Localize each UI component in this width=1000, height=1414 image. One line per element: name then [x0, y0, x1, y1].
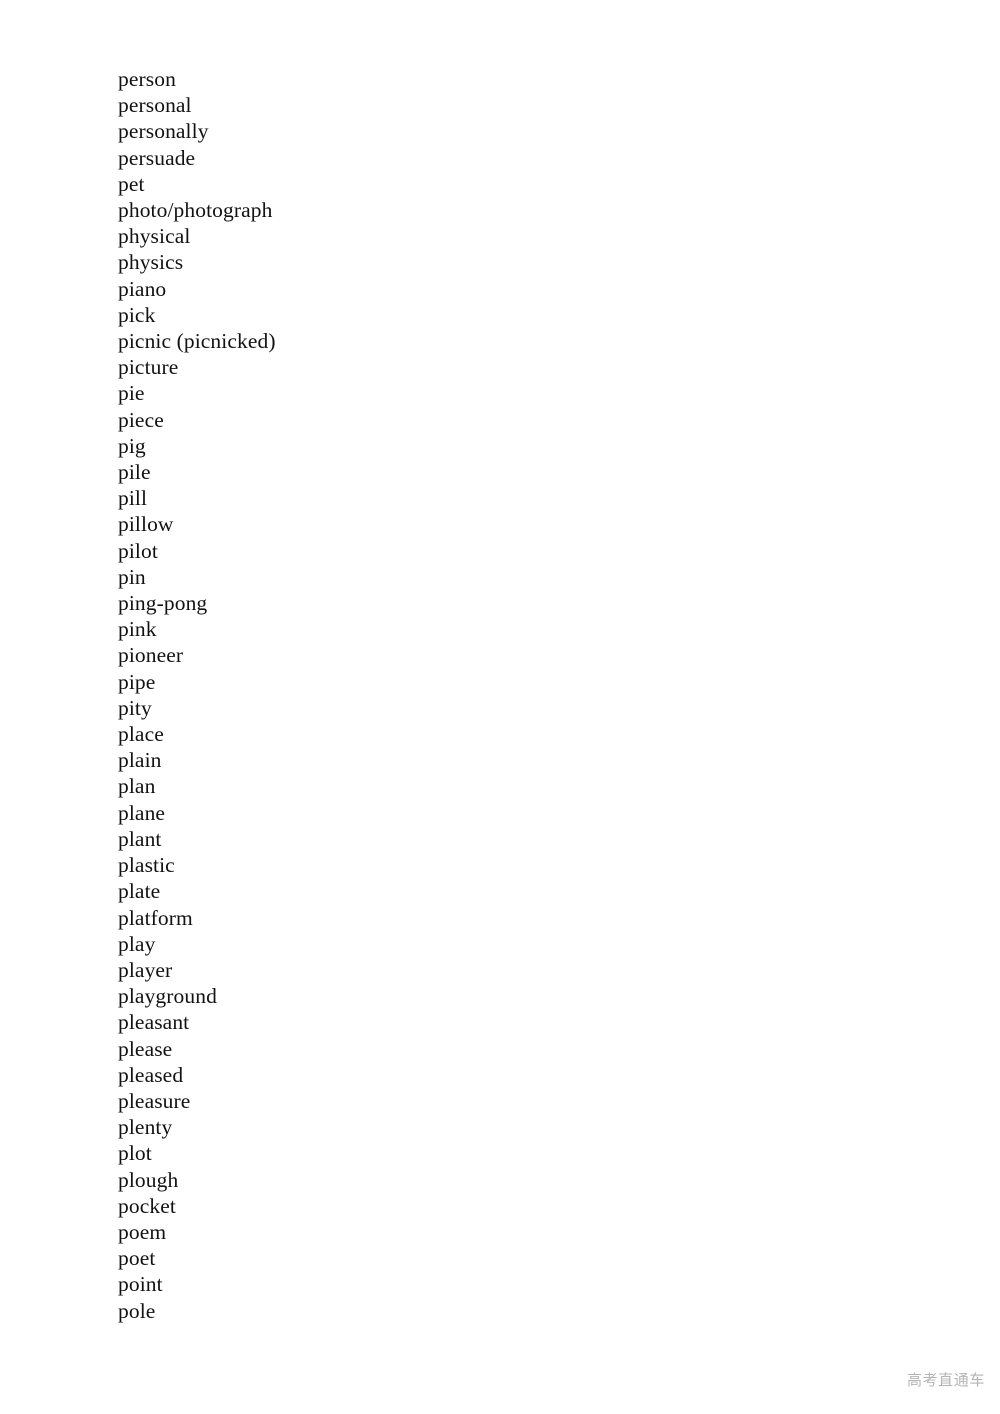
word-list-item: picnic (picnicked) — [118, 329, 276, 354]
word-list-item: place — [118, 722, 164, 747]
word-list-item: plan — [118, 774, 156, 799]
word-list-item: photo/photograph — [118, 198, 273, 223]
vocabulary-word-list: person personal personally persuade pet photo… — [118, 66, 818, 1324]
word-list-item: pink — [118, 617, 157, 642]
word-list-item: plate — [118, 879, 161, 904]
word-list-item: personally — [118, 119, 209, 144]
word-list-item: physical — [118, 224, 191, 249]
word-list-item: pleasant — [118, 1010, 190, 1035]
word-list-item: persuade — [118, 145, 196, 170]
word-list-item: poet — [118, 1246, 156, 1271]
word-list-item: point — [118, 1272, 163, 1297]
word-list-item: pet — [118, 171, 145, 196]
word-list-item: plain — [118, 748, 162, 773]
word-list-item: platform — [118, 905, 193, 930]
word-list-item: piano — [118, 276, 167, 301]
word-list-item: pile — [118, 460, 151, 485]
word-list-item: physics — [118, 250, 184, 275]
document-page: person personal personally persuade pet photo… — [0, 0, 1000, 1414]
word-list-item: pity — [118, 695, 152, 720]
word-list-item: plough — [118, 1167, 179, 1192]
word-list-item: pilot — [118, 538, 158, 563]
word-list-item: pill — [118, 486, 148, 511]
word-list-item: plant — [118, 826, 162, 851]
word-list-item: pillow — [118, 512, 174, 537]
word-list-item: piece — [118, 407, 164, 432]
word-list-item: personal — [118, 93, 192, 118]
word-list-item: pocket — [118, 1193, 176, 1218]
word-list-item: plenty — [118, 1115, 173, 1140]
word-list-item: pin — [118, 564, 146, 589]
word-list-item: pig — [118, 433, 146, 458]
word-list-item: poem — [118, 1219, 167, 1244]
word-list-item: plastic — [118, 853, 175, 878]
word-list-item: pleasure — [118, 1088, 191, 1113]
word-list-item: playground — [118, 984, 217, 1009]
word-list-item: please — [118, 1036, 173, 1061]
word-list-item: pleased — [118, 1062, 184, 1087]
word-list-item: person — [118, 67, 176, 91]
word-list-item: play — [118, 931, 156, 956]
word-list-item: pick — [118, 302, 156, 327]
word-list-item: pioneer — [118, 643, 184, 668]
word-list-item: ping-pong — [118, 591, 208, 616]
word-list-item: pole — [118, 1298, 156, 1323]
word-list-item: pie — [118, 381, 145, 406]
word-list-item: plane — [118, 800, 166, 825]
watermark-label: 高考直通车 — [906, 1371, 985, 1389]
word-list-item: pipe — [118, 669, 156, 694]
word-list-item: plot — [118, 1141, 152, 1166]
word-list-item: picture — [118, 355, 179, 380]
word-list-item: player — [118, 957, 173, 982]
